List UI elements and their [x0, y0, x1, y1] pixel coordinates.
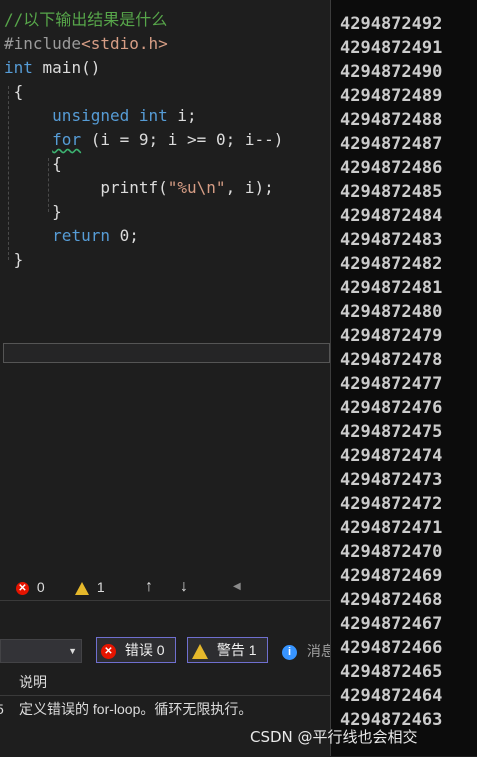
console-output-line: 4294872473	[340, 470, 443, 490]
console-output-line: 4294872489	[340, 86, 443, 106]
warnings-filter-label: 警告 1	[216, 642, 257, 658]
code-token: }	[4, 250, 24, 269]
indent-guide	[8, 86, 9, 260]
console-output-line: 4294872490	[340, 62, 443, 82]
messages-filter-label: 消息	[306, 643, 330, 659]
console-output-line: 4294872476	[340, 398, 443, 418]
console-output-line: 4294872475	[340, 422, 443, 442]
code-token: i;	[167, 106, 197, 125]
code-line: //以下输出结果是什么	[4, 8, 167, 32]
error-count: 0	[36, 579, 45, 595]
warning-icon	[75, 581, 89, 595]
previous-issue-up-arrow-icon[interactable]: ↑	[145, 576, 153, 598]
scroll-left-arrow-icon[interactable]: ◀	[233, 576, 241, 598]
error-icon: ✕	[101, 643, 116, 659]
console-output-line: 4294872491	[340, 38, 443, 58]
code-token: for	[52, 130, 82, 149]
code-token: <stdio.h>	[81, 34, 168, 53]
code-line: #include<stdio.h>	[4, 32, 168, 56]
console-output-line: 4294872471	[340, 518, 443, 538]
code-token: return	[52, 226, 110, 245]
code-line: return 0;	[4, 224, 139, 248]
code-token: }	[4, 202, 62, 221]
console-output-line: 4294872492	[340, 14, 443, 34]
info-icon: i	[282, 644, 297, 660]
indent-guide	[48, 158, 49, 212]
console-output-line: 4294872477	[340, 374, 443, 394]
console-output-line: 4294872485	[340, 182, 443, 202]
console-output-line: 4294872470	[340, 542, 443, 562]
code-line: printf("%u\n", i);	[4, 176, 274, 200]
editor-status-bar: ✕ 0 1 ↑ ↓ ◀	[0, 576, 330, 598]
code-line: {	[4, 152, 62, 176]
console-output-window[interactable]: 4294872492 4294872491 4294872490 4294872489…	[330, 0, 477, 756]
warnings-filter-button[interactable]: 警告 1	[187, 637, 268, 663]
code-editor[interactable]: //以下输出结果是什么 #include<stdio.h> int main() {…	[0, 0, 330, 370]
horizontal-scrollbar[interactable]	[3, 343, 330, 363]
code-token: , i);	[225, 178, 274, 197]
error-list-header: 说明	[0, 669, 330, 696]
messages-filter-button[interactable]: i 消息	[282, 640, 330, 662]
console-output-line: 4294872481	[340, 278, 443, 298]
warning-icon	[192, 643, 208, 659]
error-list-row[interactable]: 5 定义错误的 for-loop。循环无限执行。	[0, 697, 330, 721]
code-line: int main()	[4, 56, 100, 80]
console-output-line: 4294872486	[340, 158, 443, 178]
csdn-watermark: CSDN @平行线也会相交	[250, 728, 418, 746]
row-number: 5	[0, 697, 4, 721]
description-column-header[interactable]: 说明	[19, 669, 47, 695]
code-token: "%u\n"	[167, 178, 226, 197]
code-token: #include	[4, 34, 82, 53]
errors-filter-button[interactable]: ✕ 错误 0	[96, 637, 176, 663]
code-token: unsigned	[52, 106, 130, 125]
console-output-line: 4294872488	[340, 110, 443, 130]
console-output-line: 4294872464	[340, 686, 443, 706]
console-output-line: 4294872487	[340, 134, 443, 154]
code-token: int	[4, 58, 33, 77]
console-output-line: 4294872480	[340, 302, 443, 322]
code-token: main()	[32, 58, 101, 77]
console-output-line: 4294872474	[340, 446, 443, 466]
code-line: unsigned int i;	[4, 104, 197, 128]
error-count-indicator[interactable]: ✕ 0	[16, 576, 45, 598]
code-line: }	[4, 200, 62, 224]
chevron-down-icon: ▼	[68, 646, 77, 656]
row-description: 定义错误的 for-loop。循环无限执行。	[19, 701, 253, 717]
warning-count-indicator[interactable]: 1	[75, 576, 105, 598]
console-output-line: 4294872468	[340, 590, 443, 610]
errors-filter-label: 错误 0	[124, 642, 165, 658]
code-token: (i = 9; i >= 0; i--)	[81, 130, 284, 149]
console-output-line: 4294872467	[340, 614, 443, 634]
code-line: }	[4, 248, 24, 272]
console-output-line: 4294872484	[340, 206, 443, 226]
error-icon: ✕	[16, 581, 29, 595]
code-line: {	[4, 80, 24, 104]
code-token: {	[4, 82, 24, 101]
console-output-line: 4294872483	[340, 230, 443, 250]
console-output-line: 4294872466	[340, 638, 443, 658]
warning-count: 1	[96, 579, 105, 595]
code-line: for (i = 9; i >= 0; i--)	[4, 128, 283, 152]
console-output-line: 4294872482	[340, 254, 443, 274]
console-output-line: 4294872478	[340, 350, 443, 370]
code-token: int	[138, 106, 168, 125]
code-token: {	[4, 154, 62, 173]
code-token: printf(	[4, 178, 168, 197]
next-issue-down-arrow-icon[interactable]: ↓	[180, 576, 188, 598]
console-output-line: 4294872469	[340, 566, 443, 586]
scope-dropdown[interactable]: ▼	[0, 639, 82, 663]
console-output-line: 4294872479	[340, 326, 443, 346]
console-output-line: 4294872472	[340, 494, 443, 514]
code-token: //以下输出结果是什么	[4, 10, 168, 29]
code-token: 0;	[109, 226, 139, 245]
console-output-line: 4294872465	[340, 662, 443, 682]
